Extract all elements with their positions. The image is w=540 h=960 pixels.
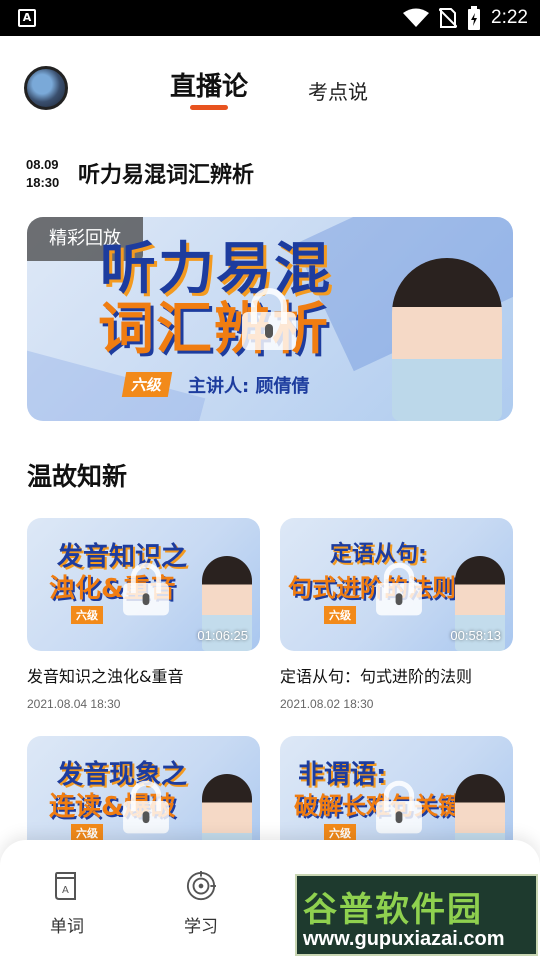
nav-item-words[interactable]: A 单词 [27,870,107,937]
live-title[interactable]: 听力易混词汇辨析 [78,157,254,189]
cover-host: 主讲人: 顾倩倩 [188,376,310,397]
tab-active-indicator [190,105,228,110]
level-tag: 六级 [324,606,356,624]
level-tag: 六级 [121,372,173,397]
lock-icon [123,780,169,834]
video-thumbnail[interactable]: 定语从句: 句式进阶的法则 六级 00:58:13 [280,518,513,651]
no-sim-icon [439,8,458,28]
thumb-line2: 句式进阶的法则 [288,574,456,602]
video-date: 2021.08.04 18:30 [27,697,121,711]
tab-live[interactable]: 直播论 [168,66,250,103]
battery-icon [468,6,481,30]
lecturer-photo [392,258,502,421]
lock-icon [242,288,296,350]
video-title[interactable]: 定语从句：句式进阶的法则 [280,663,513,687]
nav-item-study[interactable]: 学习 [161,870,241,937]
nav-label: 学习 [184,917,218,937]
live-date: 08.09 [26,157,59,172]
video-duration: 01:06:25 [197,628,248,643]
video-duration: 00:58:13 [450,628,501,643]
book-icon: A [55,872,76,900]
avatar[interactable] [24,66,68,110]
lock-icon [376,780,422,834]
live-time: 18:30 [26,175,60,190]
section-title: 温故知新 [27,462,128,491]
tab-exam-points[interactable]: 考点说 [308,76,368,105]
lock-icon [123,562,169,616]
target-icon [186,871,216,901]
video-card[interactable]: 定语从句: 句式进阶的法则 六级 00:58:13 定语从句：句式进阶的法则 2… [280,518,513,711]
video-card[interactable]: 发音知识之 浊化&重音 六级 01:06:25 发音知识之浊化&重音 2021.… [27,518,260,711]
site-watermark: 谷普软件园 www.gupuxiazai.com [295,874,538,956]
level-tag: 六级 [71,606,103,624]
status-bar: A 2:22 [0,0,540,36]
video-date: 2021.08.02 18:30 [280,697,374,711]
watermark-title: 谷普软件园 [303,890,483,930]
wifi-icon [403,8,430,27]
watermark-url: www.gupuxiazai.com [303,928,505,950]
video-thumbnail[interactable]: 发音知识之 浊化&重音 六级 01:06:25 [27,518,260,651]
status-time: 2:22 [491,7,528,28]
live-datetime: 08.09 18:30 [26,156,59,192]
video-title[interactable]: 发音知识之浊化&重音 [27,663,260,687]
lock-icon [376,562,422,616]
accessibility-icon: A [18,9,36,27]
nav-label: 单词 [50,917,84,937]
svg-text:A: A [62,885,69,896]
